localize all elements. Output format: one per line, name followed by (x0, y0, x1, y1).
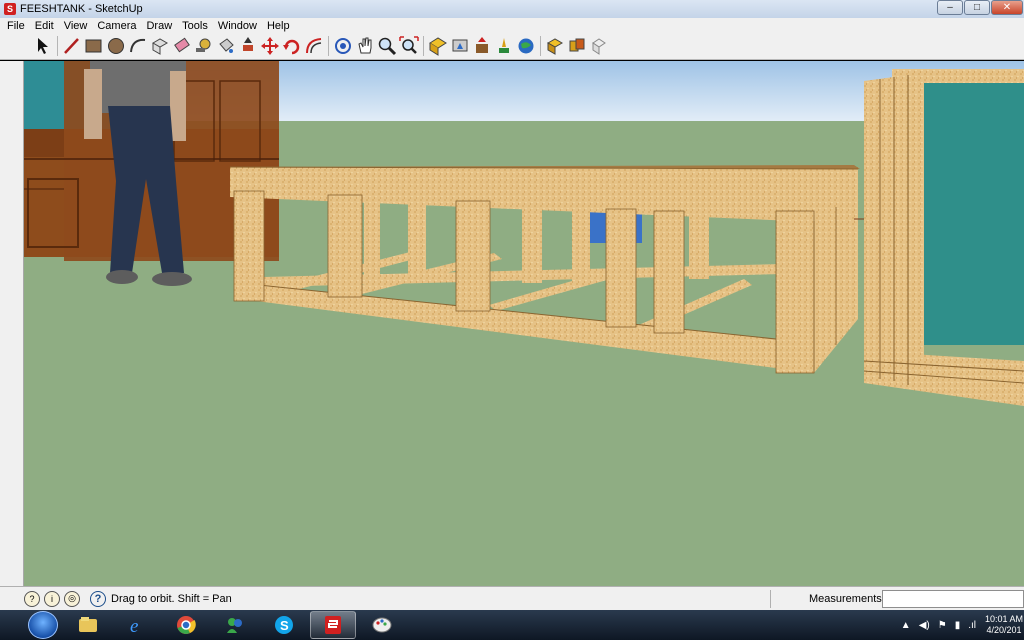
menu-file[interactable]: File (2, 20, 30, 32)
maximize-button[interactable]: □ (964, 0, 990, 15)
credits-icon[interactable]: i (44, 590, 60, 607)
components-icon[interactable] (544, 35, 566, 57)
toolbar (0, 33, 1024, 60)
menu-bar: File Edit View Camera Draw Tools Window … (0, 18, 1024, 33)
toolbar-separator (57, 36, 58, 56)
zoom-extents-icon[interactable] (398, 35, 420, 57)
power-icon[interactable]: ▮ (955, 620, 961, 631)
menu-view[interactable]: View (59, 20, 93, 32)
sketchup-app-icon: S (4, 3, 16, 15)
google-earth-icon[interactable] (515, 35, 537, 57)
volume-icon[interactable]: ◀) (919, 620, 930, 631)
make-component-icon[interactable] (149, 35, 171, 57)
left-gutter (0, 61, 24, 586)
taskbar-apps: eS (62, 611, 405, 639)
window-title: FEESHTANK - SketchUp (20, 3, 143, 15)
measurements-label: Measurements (809, 593, 882, 605)
user-icon[interactable]: ◎ (64, 590, 80, 607)
orbit-icon[interactable] (332, 35, 354, 57)
status-text: Drag to orbit. Shift = Pan (111, 592, 232, 605)
clock-time: 10:01 AM (984, 614, 1024, 624)
status-divider (770, 590, 771, 608)
select-icon[interactable] (32, 35, 54, 57)
line-icon[interactable] (61, 35, 83, 57)
push-pull-icon[interactable] (237, 35, 259, 57)
explorer-icon[interactable] (65, 611, 111, 639)
start-button[interactable] (28, 611, 58, 639)
close-button[interactable]: ✕ (991, 0, 1023, 15)
menu-camera[interactable]: Camera (92, 20, 141, 32)
toolbar-separator (423, 36, 424, 56)
chrome-icon[interactable] (163, 611, 209, 639)
menu-window[interactable]: Window (213, 20, 262, 32)
pan-icon[interactable] (354, 35, 376, 57)
clock-date: 4/20/201 (986, 625, 1022, 635)
clock[interactable]: 10:01 AM 4/20/201 (984, 614, 1024, 636)
circle-icon[interactable] (105, 35, 127, 57)
place-model-icon[interactable] (493, 35, 515, 57)
minimize-button[interactable]: – (937, 0, 963, 15)
show-hidden-icons-icon[interactable]: ▲ (901, 620, 911, 631)
paint-icon[interactable] (359, 611, 405, 639)
rectangle-icon[interactable] (83, 35, 105, 57)
menu-edit[interactable]: Edit (30, 20, 59, 32)
styles-icon[interactable] (566, 35, 588, 57)
menu-draw[interactable]: Draw (141, 20, 177, 32)
skype-icon[interactable]: S (261, 611, 307, 639)
arc-icon[interactable] (127, 35, 149, 57)
paint-bucket-icon[interactable] (215, 35, 237, 57)
geo-location-icon[interactable]: ? (24, 590, 40, 607)
move-icon[interactable] (259, 35, 281, 57)
taskbar: eS ▲ ◀) ⚑ ▮ .ıl 10:01 AM 4/20/201 (0, 610, 1024, 640)
internet-explorer-icon[interactable]: e (114, 611, 160, 639)
eraser-icon[interactable] (171, 35, 193, 57)
extension-icon[interactable] (588, 35, 610, 57)
scene-svg[interactable] (24, 61, 1024, 586)
instructor-help-icon[interactable]: ? (90, 590, 106, 607)
tape-measure-icon[interactable] (193, 35, 215, 57)
measurements-input[interactable] (882, 590, 1024, 608)
offset-icon[interactable] (303, 35, 325, 57)
signal-icon[interactable]: .ıl (968, 620, 976, 631)
get-models-icon[interactable] (471, 35, 493, 57)
model-viewport[interactable] (24, 61, 1024, 586)
menu-help[interactable]: Help (262, 20, 295, 32)
share-model-icon[interactable] (449, 35, 471, 57)
toolbar-separator (328, 36, 329, 56)
rotate-icon[interactable] (281, 35, 303, 57)
svg-text:e: e (130, 616, 138, 637)
title-bar: S FEESHTANK - SketchUp – □ ✕ (0, 0, 1024, 18)
action-center-flag-icon[interactable]: ⚑ (938, 620, 947, 631)
status-bar: ? i ◎ ? Drag to orbit. Shift = Pan Measu… (0, 586, 1024, 610)
sketchup-icon[interactable] (310, 611, 356, 639)
3d-warehouse-icon[interactable] (427, 35, 449, 57)
toolbar-separator (540, 36, 541, 56)
system-tray: ▲ ◀) ⚑ ▮ .ıl 10:01 AM 4/20/201 (901, 610, 1024, 640)
messenger-icon[interactable] (212, 611, 258, 639)
menu-tools[interactable]: Tools (177, 20, 213, 32)
svg-text:S: S (280, 618, 289, 633)
zoom-icon[interactable] (376, 35, 398, 57)
